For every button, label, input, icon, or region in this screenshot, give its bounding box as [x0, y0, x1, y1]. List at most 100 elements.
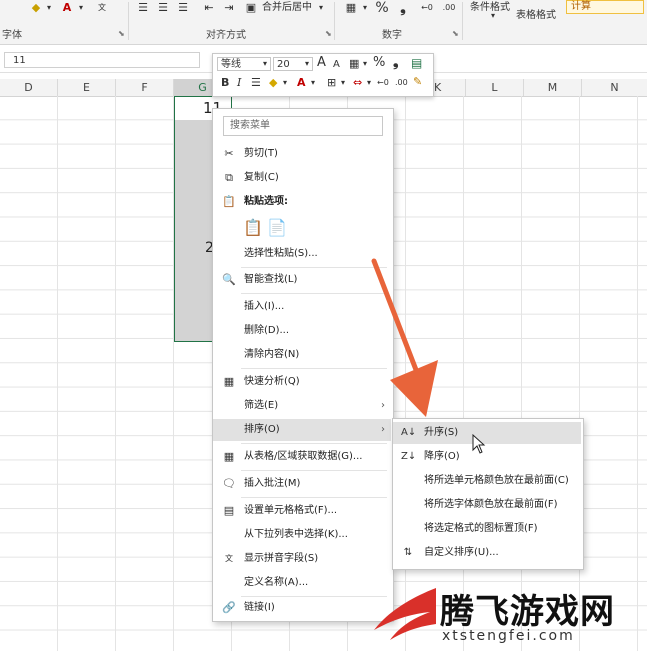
column-header[interactable]: N — [582, 79, 647, 96]
chevron-down-icon[interactable]: ▾ — [76, 0, 86, 18]
menu-item-copy[interactable]: ⧉ 复制(C) — [213, 167, 391, 189]
borders-icon[interactable]: ⊞ — [327, 76, 336, 90]
paste-values-icon[interactable]: 📄 — [267, 217, 287, 239]
dialog-launcher-icon[interactable]: ⬊ — [452, 29, 459, 38]
watermark-url: xtstengfei.com — [442, 628, 575, 644]
bold-button[interactable]: B — [221, 76, 229, 90]
menu-item-define-name[interactable]: 定义名称(A)... — [213, 572, 391, 594]
accounting-format-icon[interactable]: ▦ — [342, 0, 360, 18]
number-group-label: 数字 — [382, 30, 402, 41]
phonetic-icon: 文 — [225, 554, 233, 563]
submenu-item-font-color-top[interactable]: 将所选字体颜色放在最前面(F) — [393, 494, 581, 516]
submenu-item-cell-color-top[interactable]: 将所选单元格颜色放在最前面(C) — [393, 470, 581, 492]
chevron-down-icon[interactable]: ▾ — [316, 0, 326, 18]
format-cells-icon: ▤ — [223, 504, 235, 517]
decrease-decimal-icon[interactable]: .00 — [395, 76, 408, 90]
menu-item-paste-options: 📋 粘贴选项: — [213, 191, 391, 213]
italic-button[interactable]: I — [237, 76, 241, 90]
font-group-label: 字体 — [2, 30, 22, 41]
column-header[interactable]: D — [0, 79, 58, 96]
shrink-font-button[interactable]: A — [333, 58, 340, 72]
chevron-down-icon[interactable]: ▾ — [263, 57, 267, 71]
decrease-decimal-icon[interactable]: .00 — [440, 0, 458, 18]
merge-icon[interactable]: ▣ — [244, 0, 258, 18]
chevron-down-icon[interactable]: ▾ — [488, 8, 498, 26]
chevron-down-icon[interactable]: ▾ — [311, 76, 315, 90]
format-table-icon[interactable]: ▤ — [411, 56, 422, 70]
submenu-item-sort-ascending[interactable]: A↓ 升序(S) — [393, 422, 581, 444]
mouse-cursor-icon — [472, 434, 486, 454]
watermark-logo-icon — [374, 588, 436, 640]
link-icon: 🔗 — [222, 601, 236, 614]
grow-font-button[interactable]: A — [317, 56, 326, 70]
font-color-icon[interactable]: A — [58, 0, 76, 18]
smart-lookup-icon: 🔍 — [222, 273, 236, 286]
merge-center-button[interactable]: 合并后居中 — [262, 0, 312, 18]
chevron-down-icon[interactable]: ▾ — [305, 57, 309, 71]
watermark: 腾飞游戏网 xtstengfei.com — [370, 580, 640, 648]
column-header[interactable]: E — [58, 79, 116, 96]
fill-color-icon[interactable]: ◆ — [26, 0, 46, 18]
chevron-down-icon[interactable]: ▾ — [360, 0, 370, 18]
comma-button[interactable]: ❟ — [393, 55, 399, 69]
ribbon: ◆ ▾ A ▾ 文 ☰ ☰ ☰ ⇤ ⇥ ▣ 合并后居中 ▾ ▦ ▾ % ❟ ←0… — [0, 0, 647, 45]
menu-search-input[interactable]: 搜索菜单 — [223, 116, 383, 136]
submenu-item-custom-sort[interactable]: ⇅ 自定义排序(U)... — [393, 542, 581, 564]
name-box[interactable]: 11 — [4, 52, 200, 68]
paste-icon: 📋 — [222, 195, 236, 208]
paste-options-row: 📋 📄 — [213, 215, 391, 241]
menu-item-link[interactable]: 🔗 链接(I) — [213, 597, 391, 619]
percent-button[interactable]: % — [373, 56, 385, 70]
column-header[interactable]: F — [116, 79, 174, 96]
annotation-arrow-icon — [371, 258, 438, 417]
menu-item-format-cells[interactable]: ▤ 设置单元格格式(F)... — [213, 500, 391, 522]
fill-color-icon[interactable]: ◆ — [269, 76, 277, 90]
menu-item-pick-from-list[interactable]: 从下拉列表中选择(K)... — [213, 524, 391, 546]
percent-icon[interactable]: % — [374, 0, 390, 18]
align-left-icon[interactable]: ☰ — [136, 0, 150, 18]
chevron-down-icon[interactable]: ▾ — [363, 57, 367, 71]
decrease-indent-icon[interactable]: ⇤ — [202, 0, 216, 18]
increase-decimal-icon[interactable]: ←0 — [377, 76, 389, 90]
column-header[interactable]: L — [466, 79, 524, 96]
chevron-down-icon[interactable]: ▾ — [341, 76, 345, 90]
phonetic-guide-icon[interactable]: 文 — [94, 0, 110, 18]
font-color-icon[interactable]: A — [297, 76, 306, 90]
align-center-icon[interactable]: ☰ — [156, 0, 170, 18]
paste-icon[interactable]: 📋 — [243, 217, 263, 239]
comma-style-icon[interactable]: ❟ — [396, 0, 410, 18]
menu-item-insert-comment[interactable]: 🗨 插入批注(M) — [213, 473, 391, 495]
copy-icon: ⧉ — [225, 171, 233, 184]
watermark-brand: 腾飞游戏网 — [440, 592, 615, 632]
sort-desc-icon: Z↓ — [401, 451, 417, 462]
scissors-icon: ✂ — [224, 147, 234, 160]
column-header[interactable]: M — [524, 79, 582, 96]
chevron-down-icon[interactable]: ▾ — [367, 76, 371, 90]
chevron-down-icon[interactable]: ▾ — [283, 76, 287, 90]
column-header[interactable]: K — [432, 79, 466, 96]
dialog-launcher-icon[interactable]: ⬊ — [118, 29, 125, 38]
increase-decimal-icon[interactable]: ←0 — [418, 0, 436, 18]
increase-indent-icon[interactable]: ⇥ — [222, 0, 236, 18]
menu-item-cut[interactable]: ✂ 剪切(T) — [213, 143, 391, 165]
sort-asc-icon: A↓ — [401, 427, 417, 438]
dialog-launcher-icon[interactable]: ⬊ — [325, 29, 332, 38]
menu-item-get-data[interactable]: ▦ 从表格/区域获取数据(G)... — [213, 446, 391, 468]
chevron-down-icon[interactable]: ▾ — [44, 0, 54, 18]
submenu-item-sort-descending[interactable]: Z↓ 降序(O) — [393, 446, 581, 468]
merge-icon[interactable]: ⇔ — [353, 76, 362, 90]
format-painter-icon[interactable]: ✎ — [413, 75, 422, 89]
quick-analysis-icon: ▦ — [223, 375, 235, 388]
mini-toolbar: 等线 ▾ 20 ▾ A A ▦ ▾ % ❟ ▤ B I ☰ ◆ ▾ A ▾ ⊞ … — [212, 53, 434, 97]
alignment-group-label: 对齐方式 — [206, 30, 246, 41]
comment-icon: 🗨 — [222, 477, 236, 490]
currency-icon[interactable]: ▦ — [349, 57, 359, 71]
sort-submenu: A↓ 升序(S) Z↓ 降序(O) 将所选单元格颜色放在最前面(C) 将所选字体… — [392, 418, 584, 570]
menu-item-phonetic[interactable]: 文 显示拼音字段(S) — [213, 548, 391, 570]
align-icon[interactable]: ☰ — [251, 76, 261, 90]
custom-sort-icon: ⇅ — [403, 547, 413, 558]
calc-style-cell[interactable]: 计算 — [566, 0, 644, 14]
table-format-button[interactable]: 表格格式 — [512, 8, 560, 26]
submenu-item-icon-top[interactable]: 将选定格式的图标置顶(F) — [393, 518, 581, 540]
align-right-icon[interactable]: ☰ — [176, 0, 190, 18]
